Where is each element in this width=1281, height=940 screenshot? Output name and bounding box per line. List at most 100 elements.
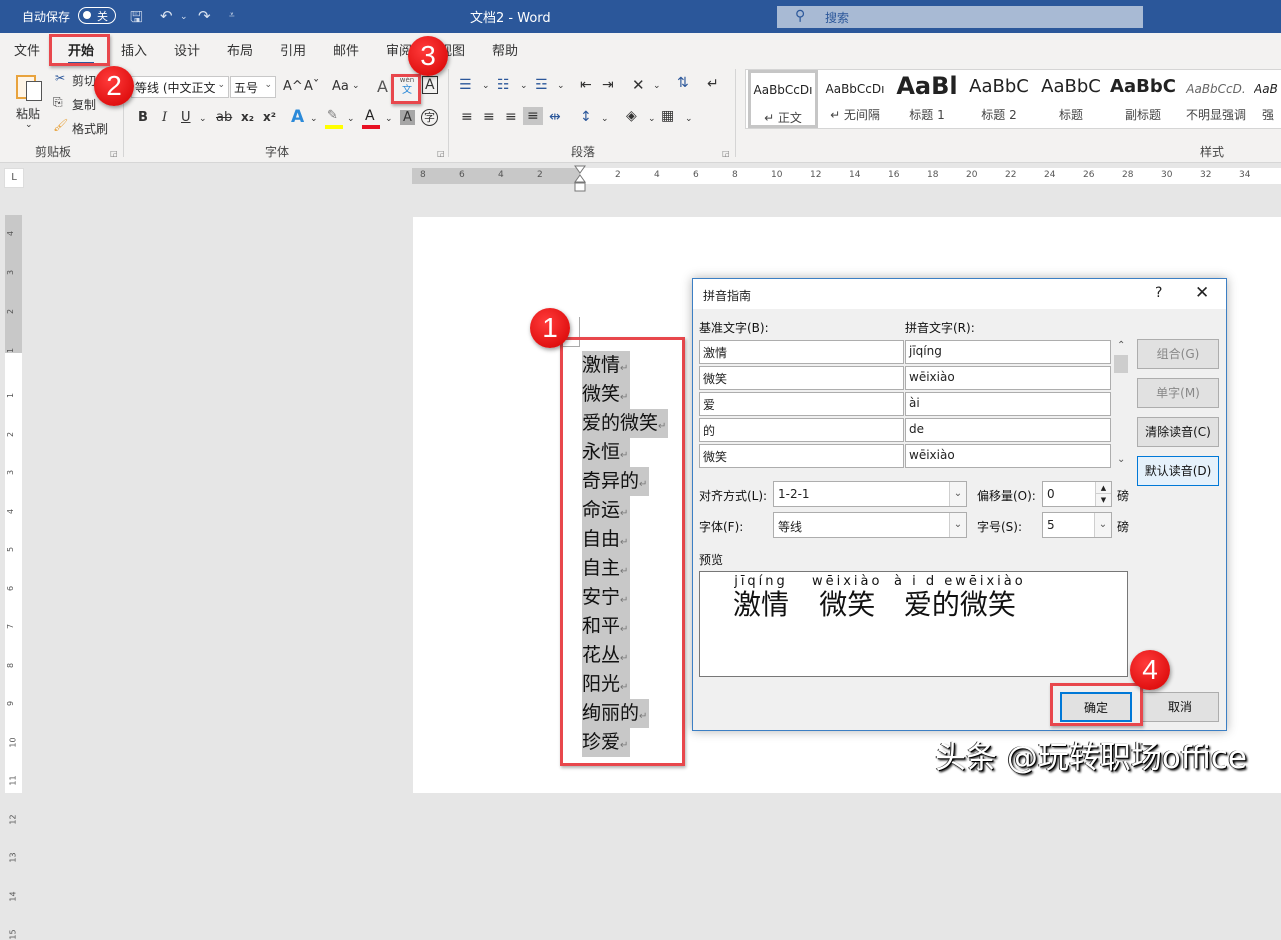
bullets-icon[interactable]: ☰ [459,77,472,93]
font-launcher-icon[interactable]: ◲ [437,149,445,158]
base-text-cell[interactable]: 微笑 [699,366,904,390]
mono-button[interactable]: 单字(M) [1137,378,1219,408]
close-icon[interactable]: ✕ [1195,283,1209,303]
undo-dropdown-icon[interactable]: ⌄ [180,12,188,22]
tab-file[interactable]: 文件 [14,40,40,59]
chevron-down-icon[interactable]: ⌄ [648,114,656,124]
subscript-button[interactable]: x₂ [241,110,254,124]
chinese-layout-icon[interactable]: ✕ [632,76,645,94]
offset-spinner[interactable]: 0 ▲ ▼ [1042,481,1112,507]
align-left-icon[interactable]: ≡ [461,109,473,125]
undo-icon[interactable]: ↶ [160,7,173,25]
underline-button[interactable]: U [181,110,191,125]
tab-selector[interactable]: L [4,168,24,188]
highlight-color-button[interactable]: ✎ [325,108,343,130]
horizontal-ruler[interactable]: 8 6 4 2 2 4 6 8 10 12 14 16 18 20 22 24 26 28 30 32 34 [412,168,1281,184]
increase-indent-icon[interactable]: ⇥ [602,77,614,93]
redo-icon[interactable]: ↷ [198,7,211,25]
align-center-icon[interactable]: ≡ [483,109,495,125]
decrease-indent-icon[interactable]: ⇤ [580,77,592,93]
tab-references[interactable]: 引用 [280,40,306,59]
scroll-down-icon[interactable]: ⌄ [1117,454,1125,465]
tab-help[interactable]: 帮助 [492,40,518,59]
search-box[interactable]: ⚲ 搜索 [777,6,1143,28]
spinner-buttons[interactable]: ▲ ▼ [1095,482,1111,506]
vertical-ruler[interactable]: 4 3 2 1 1 2 3 4 5 6 7 8 9 10 11 12 13 14 15 [5,215,22,940]
tab-design[interactable]: 设计 [174,40,200,59]
format-painter-button[interactable]: 格式刷 [72,120,108,137]
scroll-up-icon[interactable]: ⌃ [1117,340,1125,351]
paragraph-launcher-icon[interactable]: ◲ [722,149,730,158]
autosave-toggle[interactable]: 关 [78,7,116,24]
shading-icon[interactable]: ◈ [626,108,637,124]
strikethrough-button[interactable]: ab [216,110,232,125]
tab-insert[interactable]: 插入 [121,40,147,59]
chevron-down-icon[interactable]: ⌄ [685,114,693,124]
default-reading-button[interactable]: 默认读音(D) [1137,456,1219,486]
style-subtle-emphasis[interactable]: AaBbCcD. 不明显强调 [1180,70,1252,128]
ruby-text-cell[interactable]: wēixiào [905,444,1111,468]
distributed-icon[interactable]: ⇹ [549,109,561,125]
help-button[interactable]: ? [1155,285,1162,301]
indent-marker[interactable] [574,165,586,193]
spin-up-icon[interactable]: ▲ [1096,482,1111,494]
enclose-characters-button[interactable]: 字 [421,109,438,126]
group-button[interactable]: 组合(G) [1137,339,1219,369]
align-right-icon[interactable]: ≡ [505,109,517,125]
cancel-button[interactable]: 取消 [1141,692,1219,722]
base-text-cell[interactable]: 激情 [699,340,904,364]
tab-mailings[interactable]: 邮件 [333,40,359,59]
font-color-button[interactable]: A [362,108,380,130]
italic-button[interactable]: I [162,110,167,125]
ruby-text-cell[interactable]: ài [905,392,1111,416]
line-spacing-icon[interactable]: ↕ [580,109,592,125]
borders-icon[interactable]: ▦ [661,108,674,124]
base-text-cell[interactable]: 爱 [699,392,904,416]
sort-icon[interactable]: ⇅ [677,75,689,91]
chevron-down-icon[interactable]: ⌄ [352,81,360,91]
alignment-select[interactable]: 1-2-1 ⌄ [773,481,967,507]
style-no-spacing[interactable]: AaBbCcDı ↵ 无间隔 [820,70,890,128]
customize-icon[interactable]: ⩡ [229,10,235,21]
clear-reading-button[interactable]: 清除读音(C) [1137,417,1219,447]
justify-icon[interactable]: ≡ [523,107,543,125]
show-marks-icon[interactable]: ↵ [707,76,719,92]
paste-dropdown-icon[interactable]: ⌄ [25,120,33,130]
base-text-cell[interactable]: 的 [699,418,904,442]
clear-format-icon[interactable]: A [377,77,388,96]
style-emphasis[interactable]: AaB 强 [1254,70,1281,128]
chevron-down-icon[interactable]: ⌄ [653,81,661,91]
cut-button[interactable]: 剪切 [72,72,96,89]
font-name-combo[interactable]: 等线 (中文正文 ⌄ [131,76,229,98]
chevron-down-icon[interactable]: ⌄ [199,114,207,124]
chevron-down-icon[interactable]: ⌄ [310,114,318,124]
character-border-button[interactable]: A [422,76,438,94]
save-icon[interactable]: 🖫 [130,7,143,32]
base-text-cell[interactable]: 微笑 [699,444,904,468]
character-shading-button[interactable]: A [400,110,415,125]
ruby-text-cell[interactable]: de [905,418,1111,442]
ruby-text-cell[interactable]: jīqíng [905,340,1111,364]
style-subtitle[interactable]: AaBbC 副标题 [1108,70,1178,128]
paste-icon[interactable] [16,71,46,103]
ruby-text-cell[interactable]: wēixiào [905,366,1111,390]
text-effects-button[interactable]: A [291,107,304,127]
chevron-down-icon[interactable]: ⌄ [347,114,355,124]
scroll-thumb[interactable] [1114,355,1128,373]
chevron-down-icon[interactable]: ⌄ [385,114,393,124]
multilevel-list-icon[interactable]: ☲ [535,77,548,93]
change-case-button[interactable]: Aa [332,79,349,94]
grow-font-button[interactable]: A^ [283,79,303,94]
spin-down-icon[interactable]: ▼ [1096,494,1111,506]
clipboard-launcher-icon[interactable]: ◲ [110,149,118,158]
style-normal[interactable]: AaBbCcDı ↵ 正文 [748,70,818,128]
superscript-button[interactable]: x² [263,110,276,124]
font-select[interactable]: 等线 ⌄ [773,512,967,538]
style-heading-2[interactable]: AaBbC 标题 2 [964,70,1034,128]
copy-button[interactable]: 复制 [72,96,96,113]
chevron-down-icon[interactable]: ⌄ [482,81,490,91]
size-select[interactable]: 5 ⌄ [1042,512,1112,538]
chevron-down-icon[interactable]: ⌄ [601,114,609,124]
shrink-font-button[interactable]: Aˇ [304,79,319,94]
font-size-combo[interactable]: 五号 ⌄ [230,76,276,98]
